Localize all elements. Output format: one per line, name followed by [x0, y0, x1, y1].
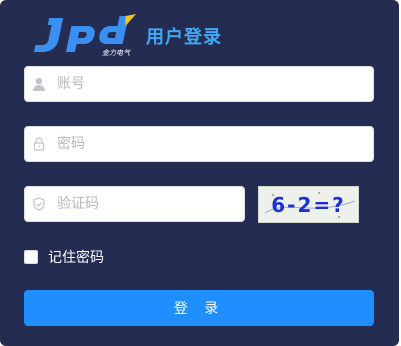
password-field[interactable]	[24, 126, 374, 162]
user-icon	[25, 77, 53, 91]
captcha-input[interactable]	[53, 187, 244, 221]
login-button[interactable]: 登 录	[24, 290, 374, 326]
account-field[interactable]	[24, 66, 374, 102]
login-header: 金力电气 用户登录	[28, 14, 222, 58]
logo-subtext: 金力电气	[102, 49, 131, 57]
remember-label: 记住密码	[48, 250, 104, 266]
page-title: 用户登录	[146, 27, 222, 48]
company-logo: 金力电气	[28, 14, 140, 58]
remember-checkbox[interactable]	[24, 250, 38, 264]
lock-icon	[25, 137, 53, 151]
shield-icon	[25, 197, 53, 211]
remember-password[interactable]: 记住密码	[24, 247, 104, 267]
captcha-field[interactable]	[24, 186, 245, 222]
login-panel: 金力电气 用户登录 账号 验证码 6-2=? 记住密码 登 录	[0, 0, 399, 346]
captcha-image[interactable]: 6-2=?	[258, 186, 359, 223]
password-input[interactable]	[53, 127, 373, 161]
account-input[interactable]	[53, 67, 373, 101]
captcha-text: 6-2=?	[271, 192, 346, 217]
